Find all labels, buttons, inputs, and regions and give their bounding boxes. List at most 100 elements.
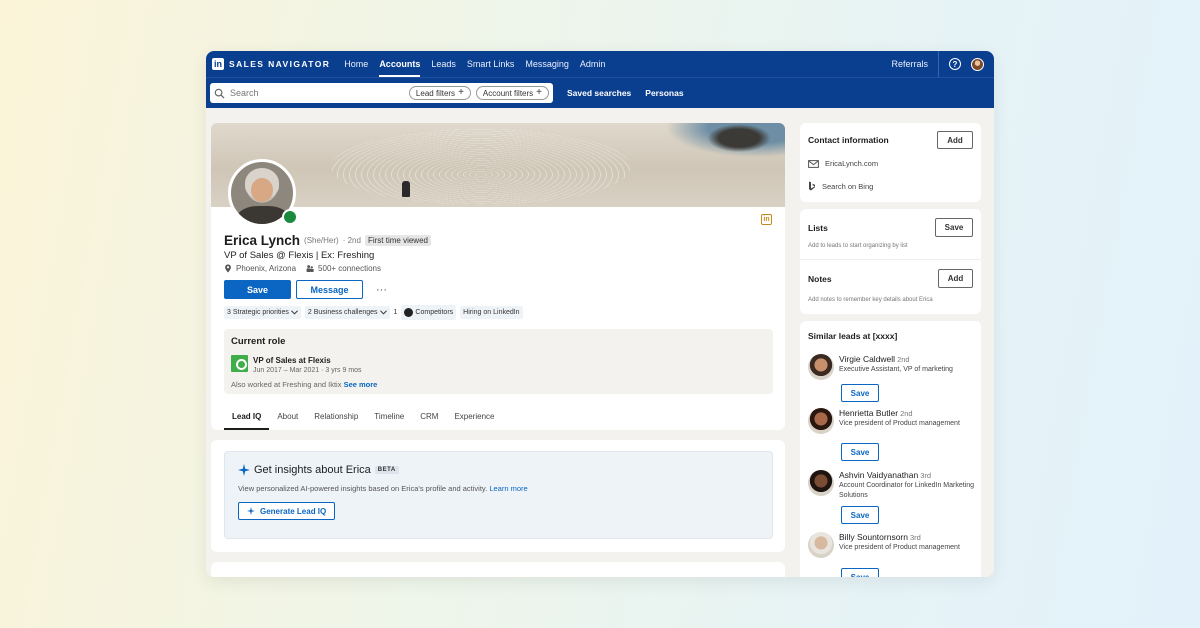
lead-name-text: Virgie Caldwell — [839, 354, 896, 364]
lead-filters-label: Lead filters — [415, 88, 456, 98]
saved-searches-link[interactable]: Saved searches — [567, 88, 631, 98]
search-bar: Lead filters + Account filters + Saved s… — [206, 77, 994, 108]
lead-avatar[interactable] — [808, 532, 834, 558]
message-button[interactable]: Message — [296, 280, 363, 299]
save-similar-lead-button[interactable]: Save — [841, 506, 879, 524]
generate-lead-iq-label: Generate Lead IQ — [260, 506, 327, 516]
logo[interactable]: in SALES NAVIGATOR — [212, 58, 330, 70]
lead-name[interactable]: Billy Sountornsorn 3rd — [839, 532, 921, 542]
referrals-link[interactable]: Referrals — [891, 51, 939, 77]
tab-about[interactable]: About — [269, 406, 306, 430]
hiring-chip[interactable]: Hiring on LinkedIn — [460, 306, 523, 319]
lead-name-text: Billy Sountornsorn — [839, 532, 908, 542]
nav-item-smart-links[interactable]: Smart Links — [467, 51, 515, 77]
more-options-icon[interactable]: ··· — [376, 284, 387, 296]
current-role-section: Current role VP of Sales at Flexis Jun 2… — [224, 329, 773, 394]
insight-chips: 3 Strategic priorities 2 Business challe… — [224, 305, 523, 320]
nav-item-leads[interactable]: Leads — [431, 51, 456, 77]
lead-degree: 2nd — [897, 355, 910, 364]
profile-banner — [211, 123, 785, 207]
lead-name-text: Ashvin Vaidyanathan — [839, 470, 919, 480]
add-contact-button[interactable]: Add — [937, 131, 973, 149]
save-lead-button[interactable]: Save — [224, 280, 291, 299]
profile-meta: Phoenix, Arizona 500+ connections — [224, 264, 381, 273]
nav-item-home[interactable]: Home — [344, 51, 368, 77]
lists-subtitle: Add to leads to start organizing by list — [808, 243, 908, 249]
save-similar-lead-button[interactable]: Save — [841, 443, 879, 461]
banner-figure — [402, 181, 410, 197]
current-role-title[interactable]: VP of Sales at Flexis — [253, 356, 331, 365]
add-note-button[interactable]: Add — [938, 269, 973, 288]
lead-name[interactable]: Virgie Caldwell 2nd — [839, 354, 910, 364]
lead-degree: 2nd — [900, 409, 913, 418]
tab-crm[interactable]: CRM — [412, 406, 446, 430]
lead-title: Executive Assistant, VP of marketing — [839, 366, 953, 373]
save-to-list-button[interactable]: Save — [935, 218, 973, 237]
nav-item-accounts[interactable]: Accounts — [379, 51, 421, 77]
lead-title: Vice president of Product management — [839, 420, 960, 427]
profile-headline: VP of Sales @ Flexis | Ex: Freshing — [224, 250, 375, 261]
name-row: Erica Lynch (She/Her) · 2nd First time v… — [224, 233, 431, 248]
generate-lead-iq-button[interactable]: Generate Lead IQ — [238, 502, 336, 520]
save-similar-lead-button[interactable]: Save — [841, 568, 879, 577]
lists-heading: Lists — [808, 223, 828, 233]
similar-leads-card: Similar leads at [xxxx] Virgie Caldwell 2… — [800, 321, 981, 577]
question-circle-icon[interactable]: ? — [949, 58, 961, 70]
people-icon — [306, 265, 314, 272]
nav-item-messaging[interactable]: Messaging — [525, 51, 569, 77]
connections: 500+ connections — [306, 264, 381, 273]
sales-navigator-window: in SALES NAVIGATOR Home Accounts Leads S… — [206, 51, 994, 577]
account-filters-button[interactable]: Account filters + — [475, 86, 549, 100]
lead-name[interactable]: Henrietta Butler 2nd — [839, 408, 913, 418]
chip-label: 3 Strategic priorities — [227, 309, 289, 316]
sparkle-icon — [247, 507, 255, 515]
first-viewed-badge: First time viewed — [364, 235, 431, 246]
sparkle-icon — [238, 464, 250, 476]
lead-name[interactable]: Ashvin Vaidyanathan 3rd — [839, 470, 931, 480]
profile-card: in Erica Lynch (She/Her) · 2nd First tim… — [211, 123, 785, 430]
lead-iq-card: Get insights about Erica BETA View perso… — [211, 440, 785, 552]
website-link[interactable]: EricaLynch.com — [825, 159, 878, 168]
chip-label: 2 Business challenges — [307, 309, 378, 316]
banner-labyrinth — [331, 129, 631, 205]
strategic-priorities-chip[interactable]: 3 Strategic priorities — [224, 306, 301, 319]
profile-name: Erica Lynch — [224, 233, 301, 248]
lists-notes-card: Lists Save Add to leads to start organiz… — [800, 209, 981, 314]
personas-link[interactable]: Personas — [645, 88, 683, 98]
plus-icon: + — [536, 87, 542, 98]
competitors-chip[interactable]: Competitors — [401, 305, 457, 320]
lead-filters-button[interactable]: Lead filters + — [408, 86, 471, 100]
location-pin-icon — [225, 264, 231, 273]
notes-subtitle: Add notes to remember key details about … — [808, 297, 933, 303]
linkedin-logo-icon: in — [212, 58, 224, 70]
save-similar-lead-button[interactable]: Save — [841, 384, 879, 402]
lead-avatar[interactable] — [808, 354, 834, 380]
connection-degree: · 2nd — [342, 236, 361, 245]
nav-item-admin[interactable]: Admin — [580, 51, 606, 77]
tab-timeline[interactable]: Timeline — [366, 406, 412, 430]
photo-face — [251, 178, 273, 202]
user-avatar[interactable] — [971, 57, 984, 71]
notes-heading: Notes — [808, 274, 832, 284]
lead-avatar[interactable] — [808, 408, 834, 434]
also-worked: Also worked at Freshing and Iktix See mo… — [231, 380, 377, 389]
tab-experience[interactable]: Experience — [446, 406, 502, 430]
website-row: EricaLynch.com — [808, 159, 878, 168]
linkedin-profile-icon[interactable]: in — [761, 214, 772, 225]
tab-relationship[interactable]: Relationship — [306, 406, 366, 430]
chevron-down-icon — [290, 310, 298, 315]
learn-more-link[interactable]: Learn more — [489, 484, 527, 493]
contact-info-card: Contact information Add EricaLynch.com S… — [800, 123, 981, 202]
lead-degree: 3rd — [909, 533, 921, 542]
chip-prefix: 1 — [393, 309, 398, 316]
lead-avatar[interactable] — [808, 470, 834, 496]
bing-search-link[interactable]: Search on Bing — [822, 182, 873, 191]
business-challenges-chip[interactable]: 2 Business challenges — [304, 306, 390, 319]
search-input[interactable] — [230, 88, 404, 98]
brand-name: SALES NAVIGATOR — [229, 59, 331, 69]
lead-iq-title-row: Get insights about Erica BETA — [238, 464, 759, 476]
account-filters-label: Account filters — [482, 88, 534, 98]
see-more-link[interactable]: See more — [344, 380, 378, 389]
also-worked-text: Also worked at Freshing and Iktix — [231, 380, 342, 389]
tab-lead-iq[interactable]: Lead IQ — [224, 406, 270, 430]
